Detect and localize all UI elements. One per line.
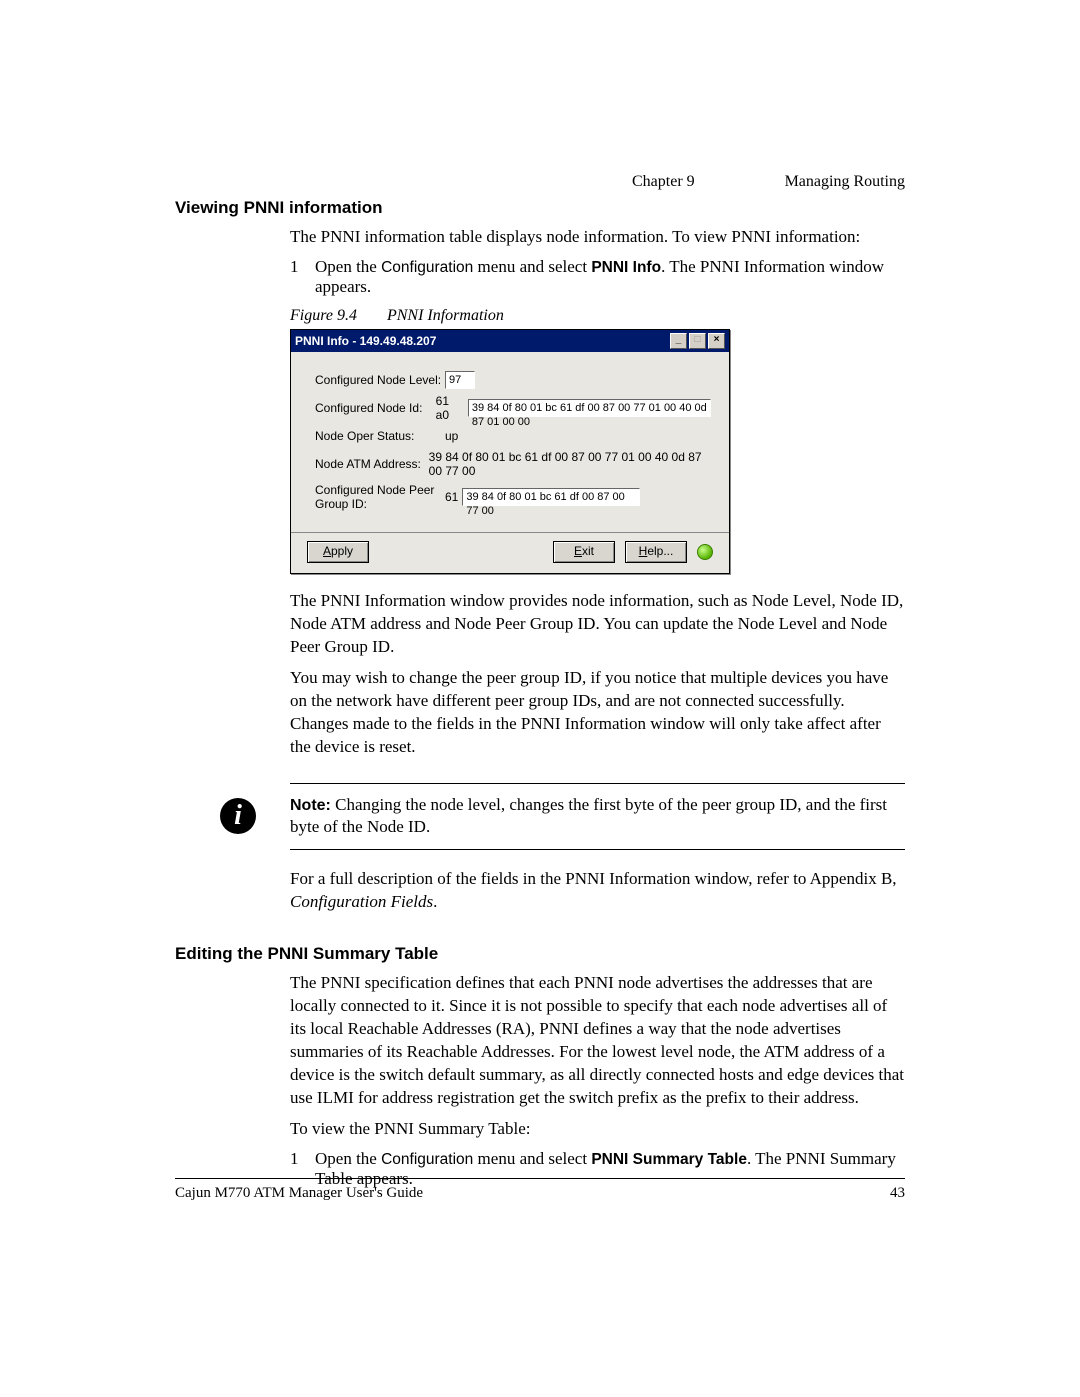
step-number: 1 bbox=[290, 257, 315, 297]
node-level-input[interactable]: 97 bbox=[445, 371, 475, 389]
maximize-icon[interactable]: □ bbox=[689, 333, 706, 349]
para-peer-group: You may wish to change the peer group ID… bbox=[290, 667, 905, 759]
para-appendix: For a full description of the fields in … bbox=[290, 868, 905, 914]
page-footer: Cajun M770 ATM Manager User's Guide 43 bbox=[175, 1178, 905, 1202]
chapter-title: Managing Routing bbox=[785, 173, 905, 191]
atm-address-value: 39 84 0f 80 01 bc 61 df 00 87 00 77 01 0… bbox=[429, 450, 711, 478]
note-text: Note: Changing the node level, changes t… bbox=[290, 794, 905, 840]
pnni-info-dialog: PNNI Info - 149.49.48.207 _ □ × Configur… bbox=[290, 329, 730, 574]
node-id-prefix: 61 a0 bbox=[436, 394, 464, 422]
minimize-icon[interactable]: _ bbox=[670, 333, 687, 349]
footer-left: Cajun M770 ATM Manager User's Guide bbox=[175, 1185, 423, 1202]
oper-status-value: up bbox=[445, 429, 458, 443]
chapter-label: Chapter 9 bbox=[632, 173, 695, 191]
para-to-view: To view the PNNI Summary Table: bbox=[290, 1118, 905, 1141]
status-indicator-icon bbox=[697, 544, 713, 560]
info-icon: i bbox=[220, 798, 256, 834]
para-spec: The PNNI specification defines that each… bbox=[290, 972, 905, 1110]
label-atm-address: Node ATM Address: bbox=[315, 457, 429, 471]
dialog-titlebar: PNNI Info - 149.49.48.207 _ □ × bbox=[291, 330, 729, 352]
dialog-title: PNNI Info - 149.49.48.207 bbox=[295, 334, 436, 348]
para-window-provides: The PNNI Information window provides nod… bbox=[290, 590, 905, 659]
label-node-level: Configured Node Level: bbox=[315, 373, 445, 387]
node-id-input[interactable]: 39 84 0f 80 01 bc 61 df 00 87 00 77 01 0… bbox=[468, 399, 711, 417]
page-number: 43 bbox=[890, 1185, 905, 1202]
apply-button[interactable]: Apply bbox=[307, 541, 369, 563]
close-icon[interactable]: × bbox=[708, 333, 725, 349]
peer-group-input[interactable]: 39 84 0f 80 01 bc 61 df 00 87 00 77 00 bbox=[462, 488, 640, 506]
label-node-id: Configured Node Id: bbox=[315, 401, 436, 415]
note-block: i Note: Changing the node level, changes… bbox=[290, 783, 905, 851]
label-peer-group: Configured Node Peer Group ID: bbox=[315, 483, 445, 511]
label-oper-status: Node Oper Status: bbox=[315, 429, 445, 443]
intro-text: The PNNI information table displays node… bbox=[290, 226, 905, 249]
help-button[interactable]: Help... bbox=[625, 541, 687, 563]
step-text: Open the Configuration menu and select P… bbox=[315, 257, 905, 297]
figure-caption: Figure 9.4PNNI Information bbox=[290, 307, 905, 325]
step-row: 1 Open the Configuration menu and select… bbox=[290, 257, 905, 297]
section-heading-editing: Editing the PNNI Summary Table bbox=[175, 944, 905, 964]
section-heading-viewing: Viewing PNNI information bbox=[175, 198, 905, 218]
exit-button[interactable]: Exit bbox=[553, 541, 615, 563]
peer-group-prefix: 61 bbox=[445, 490, 458, 504]
